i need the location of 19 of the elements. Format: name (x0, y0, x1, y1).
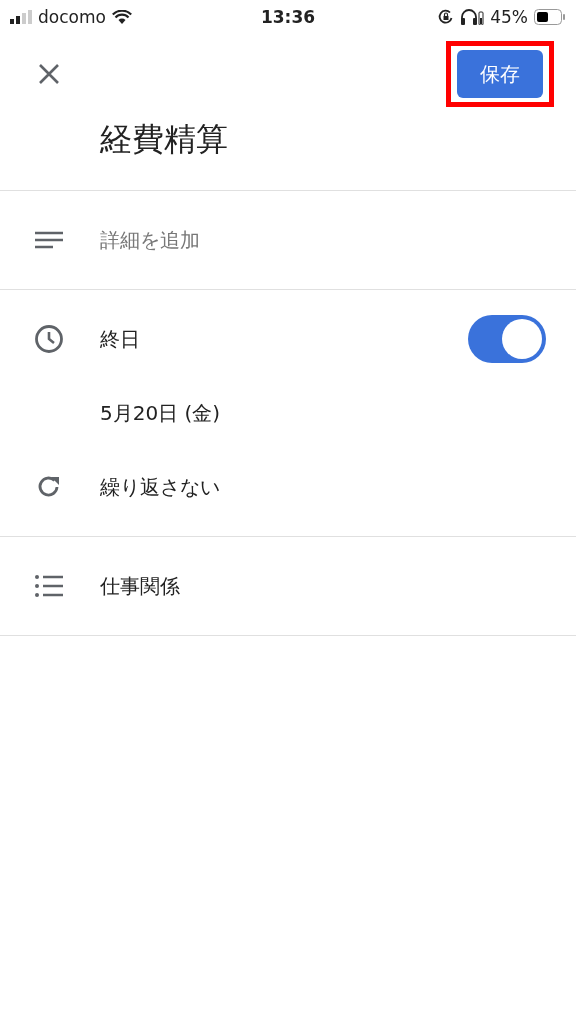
event-title[interactable]: 経費精算 (0, 114, 576, 191)
battery-percent: 45% (490, 7, 528, 27)
close-icon[interactable] (38, 63, 60, 85)
clock-icon (34, 324, 64, 354)
wifi-icon (111, 10, 132, 24)
carrier-name: docomo (38, 7, 106, 27)
all-day-toggle[interactable] (468, 315, 546, 363)
all-day-label: 終日 (100, 325, 140, 353)
list-icon (35, 575, 63, 597)
signal-icon (10, 10, 32, 24)
status-time: 13:36 (260, 7, 316, 27)
save-button[interactable]: 保存 (457, 50, 543, 98)
repeat-label[interactable]: 繰り返さない (100, 473, 220, 501)
category-label[interactable]: 仕事関係 (100, 572, 180, 600)
battery-icon (534, 9, 566, 25)
notes-icon (35, 231, 63, 249)
date-label[interactable]: 5月20日 (金) (100, 399, 221, 427)
rotation-lock-icon (438, 9, 455, 25)
headphones-icon (460, 9, 485, 25)
